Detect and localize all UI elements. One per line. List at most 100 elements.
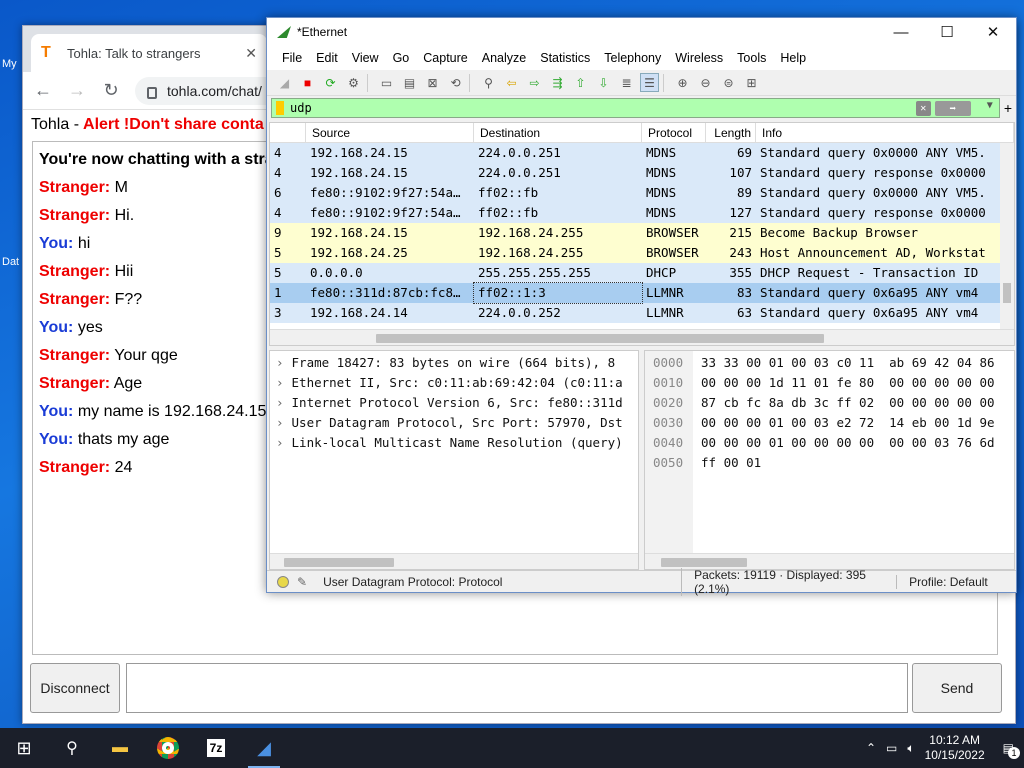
maximize-icon[interactable]: ☐ [924,18,970,46]
menu-edit[interactable]: Edit [309,51,345,65]
menu-wireless[interactable]: Wireless [668,51,730,65]
first-packet-icon[interactable]: ⇧ [571,73,590,92]
packet-row[interactable]: 3 192.168.24.14 224.0.0.252 LLMNR 63 Standard… [270,303,1014,323]
menu-go[interactable]: Go [386,51,417,65]
expand-chevron-icon[interactable]: › [276,355,284,370]
packet-row[interactable]: 5 192.168.24.25 192.168.24.255 BROWSER 243 Ho… [270,243,1014,263]
file-explorer-button[interactable]: ▬ [96,728,144,768]
disconnect-button[interactable]: Disconnect [30,663,120,713]
packet-row[interactable]: 9 192.168.24.15 192.168.24.255 BROWSER 215 Be… [270,223,1014,243]
packet-row[interactable]: 6 fe80::9102:9f27:54a… ff02::fb MDNS 89 Stand… [270,183,1014,203]
volume-icon[interactable]: 🔈︎ [907,741,914,756]
expand-chevron-icon[interactable]: › [276,435,284,450]
menu-help[interactable]: Help [773,51,813,65]
colorize-icon[interactable]: ☰ [640,73,659,92]
hex-bytes[interactable]: 33 33 00 01 00 03 c0 11 ab 69 42 04 86 00… [693,351,1014,569]
capture-options-icon[interactable]: ⚙ [344,73,363,92]
packet-row[interactable]: 4 192.168.24.15 224.0.0.251 MDNS 107 Standard… [270,163,1014,183]
packet-row[interactable]: 1 fe80::311d:87cb:fc8… ff02::1:3 LLMNR 83 Sta… [270,282,1014,304]
details-hscroll[interactable] [270,553,638,569]
add-filter-button-icon[interactable]: + [1004,100,1012,116]
last-packet-icon[interactable]: ⇩ [594,73,613,92]
detail-tree-item[interactable]: › Link-local Multicast Name Resolution (q… [270,433,638,453]
expert-info-icon[interactable] [277,575,289,588]
message-input[interactable] [126,663,908,713]
hex-row[interactable]: 87 cb fc 8a db 3c ff 02 00 00 00 00 00 [693,393,1014,413]
column-header[interactable]: Source [306,123,474,142]
network-icon[interactable]: ▭ [886,741,897,755]
wireshark-taskbar-button[interactable]: ◢ [240,728,288,768]
menu-telephony[interactable]: Telephony [597,51,668,65]
filter-dropdown-icon[interactable]: ▼ [987,100,993,111]
detail-tree-item[interactable]: › Frame 18427: 83 bytes on wire (664 bits… [270,353,638,373]
minimize-icon[interactable]: — [878,18,924,46]
close-file-icon[interactable]: ⊠ [423,73,442,92]
hex-row[interactable]: 00 00 00 01 00 00 00 00 00 00 03 76 6d [693,433,1014,453]
autoscroll-icon[interactable]: ≣ [617,73,636,92]
desktop-icon-data[interactable]: Dat [2,256,19,268]
column-header[interactable]: Destination [474,123,642,142]
vscroll-thumb[interactable] [1003,283,1011,303]
go-forward-icon[interactable]: ⇨ [525,73,544,92]
zoom-normal-icon[interactable]: ⊜ [719,73,738,92]
save-file-icon[interactable]: ▤ [400,73,419,92]
packet-row[interactable]: 4 fe80::9102:9f27:54a… ff02::fb MDNS 127 Stan… [270,203,1014,223]
search-button[interactable]: ⚲ [48,728,96,768]
desktop-icon-my[interactable]: My [2,58,17,70]
hex-row[interactable]: 33 33 00 01 00 03 c0 11 ab 69 42 04 86 [693,353,1014,373]
send-button[interactable]: Send [912,663,1002,713]
packet-list-hscroll[interactable] [270,329,1014,345]
column-header[interactable] [270,123,306,142]
chrome-button[interactable] [144,728,192,768]
go-to-packet-icon[interactable]: ⇶ [548,73,567,92]
zoom-in-icon[interactable]: ⊕ [673,73,692,92]
expand-chevron-icon[interactable]: › [276,375,284,390]
menu-tools[interactable]: Tools [730,51,773,65]
apply-filter-icon[interactable]: ➡ [934,101,971,116]
close-tab-icon[interactable]: ✕ [245,45,257,62]
start-capture-icon[interactable]: ◢ [275,73,294,92]
start-button[interactable]: ⊞ [0,728,48,768]
forward-arrow-icon[interactable]: → [67,80,87,101]
7zip-button[interactable]: 7z [192,728,240,768]
zoom-out-icon[interactable]: ⊖ [696,73,715,92]
restart-capture-icon[interactable]: ⟳ [321,73,340,92]
packet-row[interactable]: 4 192.168.24.15 224.0.0.251 MDNS 69 Standard … [270,143,1014,163]
column-header[interactable]: Length [706,123,756,142]
hscroll-thumb[interactable] [284,558,394,567]
notification-icon[interactable]: ▤ 1 [1003,741,1020,759]
status-profile[interactable]: Profile: Default [896,574,988,589]
back-arrow-icon[interactable]: ← [33,80,53,101]
detail-tree-item[interactable]: › User Datagram Protocol, Src Port: 57970… [270,413,638,433]
browser-tab[interactable]: T Tohla: Talk to strangers ✕ [31,34,267,72]
go-back-icon[interactable]: ⇦ [502,73,521,92]
reload-icon[interactable]: ↻ [101,80,121,101]
menu-statistics[interactable]: Statistics [533,51,597,65]
clock[interactable]: 10:12 AM 10/15/2022 [925,733,985,763]
resize-columns-icon[interactable]: ⊞ [742,73,761,92]
menu-capture[interactable]: Capture [416,51,474,65]
hex-row[interactable]: 00 00 00 01 00 03 e2 72 14 eb 00 1d 9e [693,413,1014,433]
expand-chevron-icon[interactable]: › [276,395,284,410]
find-packet-icon[interactable]: ⚲ [479,73,498,92]
chevron-up-icon[interactable]: ⌃ [866,741,876,755]
column-header[interactable]: Protocol [642,123,706,142]
clear-filter-icon[interactable]: ✕ [915,101,931,116]
filter-bookmark-icon[interactable] [276,101,284,115]
packet-row[interactable]: 5 0.0.0.0 255.255.255.255 DHCP 355 DHCP Reque… [270,263,1014,283]
stop-capture-icon[interactable]: ■ [298,73,317,92]
hex-row[interactable]: ff 00 01 [693,453,1014,473]
hscroll-thumb[interactable] [661,558,747,567]
edit-comment-icon[interactable]: ✎ [297,575,307,589]
expand-chevron-icon[interactable]: › [276,415,284,430]
hscroll-thumb[interactable] [376,334,824,343]
menu-view[interactable]: View [345,51,386,65]
packet-list-vscroll[interactable] [1000,143,1014,329]
reload-file-icon[interactable]: ⟲ [446,73,465,92]
menu-file[interactable]: File [275,51,309,65]
detail-tree-item[interactable]: › Internet Protocol Version 6, Src: fe80:… [270,393,638,413]
display-filter-input[interactable]: udp ✕ ➡ ▼ [271,98,1000,118]
column-header[interactable]: Info [756,123,1014,142]
open-file-icon[interactable]: ▭ [377,73,396,92]
detail-tree-item[interactable]: › Ethernet II, Src: c0:11:ab:69:42:04 (c0… [270,373,638,393]
